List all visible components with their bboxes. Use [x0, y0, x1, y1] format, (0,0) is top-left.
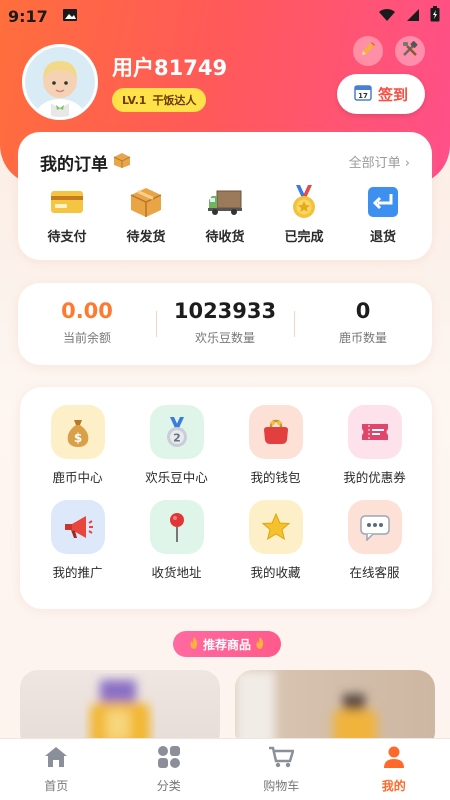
order-label: 退货	[369, 230, 396, 245]
service-label: 鹿币中心	[52, 470, 103, 485]
avatar-illustration	[25, 47, 95, 117]
money-bag-icon: $	[50, 405, 105, 459]
order-status-completed[interactable]: 已完成	[265, 184, 343, 245]
battery-icon	[430, 6, 440, 26]
fire-icon	[255, 636, 265, 652]
edit-profile-button[interactable]	[353, 36, 383, 66]
signin-label: 签到	[377, 85, 408, 104]
tab-home[interactable]: 首页	[16, 745, 96, 794]
balance-value: 0.00	[61, 299, 113, 323]
order-label: 待支付	[47, 230, 87, 245]
order-label: 待发货	[126, 230, 166, 245]
service-my-favorites[interactable]: 我的收藏	[226, 500, 325, 581]
svg-text:$: $	[73, 431, 81, 445]
orders-title: 我的订单	[40, 150, 132, 175]
wifi-icon	[378, 7, 396, 26]
grid-icon	[157, 745, 181, 773]
username: 用户81749	[112, 56, 228, 80]
deer-coin-label: 鹿币数量	[338, 331, 387, 345]
silver-medal-icon: 2	[149, 405, 204, 459]
service-online-support[interactable]: 在线客服	[325, 500, 424, 581]
box-icon	[112, 151, 132, 174]
balance-label: 当前余额	[62, 331, 111, 345]
service-happy-beans-center[interactable]: 2 欢乐豆中心	[127, 405, 226, 486]
megaphone-icon	[50, 500, 105, 554]
service-label: 收货地址	[151, 565, 202, 580]
map-pin-icon	[149, 500, 204, 554]
svg-text:17: 17	[358, 92, 368, 100]
tab-label: 购物车	[263, 779, 300, 793]
home-icon	[43, 745, 69, 773]
service-label: 我的优惠券	[343, 470, 406, 485]
tools-icon	[401, 40, 419, 62]
service-label: 我的收藏	[250, 565, 301, 580]
services-grid: $ 鹿币中心 2 欢乐豆中心 我的钱包 我的优惠券 我的推广 收货地址 我的收藏…	[28, 405, 424, 581]
fire-icon	[189, 636, 199, 652]
status-time: 9:17	[8, 6, 48, 26]
view-all-orders-link[interactable]: 全部订单 ›	[349, 152, 410, 171]
star-icon	[248, 500, 303, 554]
service-label: 我的推广	[52, 565, 103, 580]
pencil-icon	[359, 40, 377, 62]
tab-mine[interactable]: 我的	[354, 745, 434, 794]
ticket-icon	[347, 405, 402, 459]
services-card: $ 鹿币中心 2 欢乐豆中心 我的钱包 我的优惠券 我的推广 收货地址 我的收藏…	[20, 387, 432, 609]
happy-beans-value: 1023933	[173, 299, 277, 323]
happy-beans-stat[interactable]: 1023933 欢乐豆数量	[156, 299, 294, 346]
calendar-icon: 17	[354, 83, 372, 105]
chat-bubble-icon	[347, 500, 402, 554]
orders-card: 我的订单 全部订单 › 待支付 待发货 待收货 已完成 退货	[18, 132, 432, 260]
cart-icon	[268, 745, 295, 773]
recommend-label: 推荐商品	[202, 637, 251, 652]
recommend-section-title: 推荐商品	[173, 631, 281, 657]
order-status-row: 待支付 待发货 待收货 已完成 退货	[28, 184, 422, 245]
status-bar: 9:17	[0, 0, 450, 32]
level-title: 干饭达人	[152, 94, 197, 107]
service-my-wallet[interactable]: 我的钱包	[226, 405, 325, 486]
order-status-returns[interactable]: 退货	[344, 184, 422, 245]
avatar[interactable]	[22, 44, 98, 120]
signal-icon	[406, 7, 420, 26]
service-my-coupons[interactable]: 我的优惠券	[325, 405, 424, 486]
person-icon	[382, 745, 406, 773]
service-label: 我的钱包	[250, 470, 301, 485]
order-status-pending-receipt[interactable]: 待收货	[186, 184, 264, 245]
order-status-pending-payment[interactable]: 待支付	[28, 184, 106, 245]
gallery-notification-icon	[62, 7, 78, 26]
assets-stats-card: 0.00 当前余额 1023933 欢乐豆数量 0 鹿币数量	[18, 283, 432, 365]
deer-coin-stat[interactable]: 0 鹿币数量	[294, 299, 432, 346]
tab-category[interactable]: 分类	[129, 745, 209, 794]
service-deer-coin-center[interactable]: $ 鹿币中心	[28, 405, 127, 486]
order-label: 已完成	[284, 230, 324, 245]
credit-card-icon	[49, 184, 85, 220]
level-badge: LV.1 干饭达人	[112, 88, 207, 112]
signin-button[interactable]: 17 签到	[337, 74, 425, 114]
service-my-promotion[interactable]: 我的推广	[28, 500, 127, 581]
deer-coin-value: 0	[355, 299, 371, 323]
orders-title-text: 我的订单	[40, 155, 108, 175]
svg-text:2: 2	[173, 432, 181, 445]
order-status-pending-shipment[interactable]: 待发货	[107, 184, 185, 245]
tab-label: 首页	[44, 779, 69, 793]
bottom-tab-bar: 首页 分类 购物车 我的	[0, 738, 450, 800]
tab-label: 我的	[381, 779, 406, 793]
tab-label: 分类	[156, 779, 181, 793]
happy-beans-label: 欢乐豆数量	[194, 331, 255, 345]
tab-cart[interactable]: 购物车	[241, 745, 321, 794]
service-shipping-address[interactable]: 收货地址	[127, 500, 226, 581]
level-number: LV.1	[122, 93, 147, 107]
settings-button[interactable]	[395, 36, 425, 66]
service-label: 欢乐豆中心	[145, 470, 208, 485]
return-arrow-icon	[365, 184, 401, 220]
package-icon	[128, 184, 164, 220]
order-label: 待收货	[205, 230, 245, 245]
balance-stat[interactable]: 0.00 当前余额	[18, 299, 156, 346]
truck-icon	[207, 184, 243, 220]
service-label: 在线客服	[349, 565, 400, 580]
medal-icon	[286, 184, 322, 220]
purse-icon	[248, 405, 303, 459]
